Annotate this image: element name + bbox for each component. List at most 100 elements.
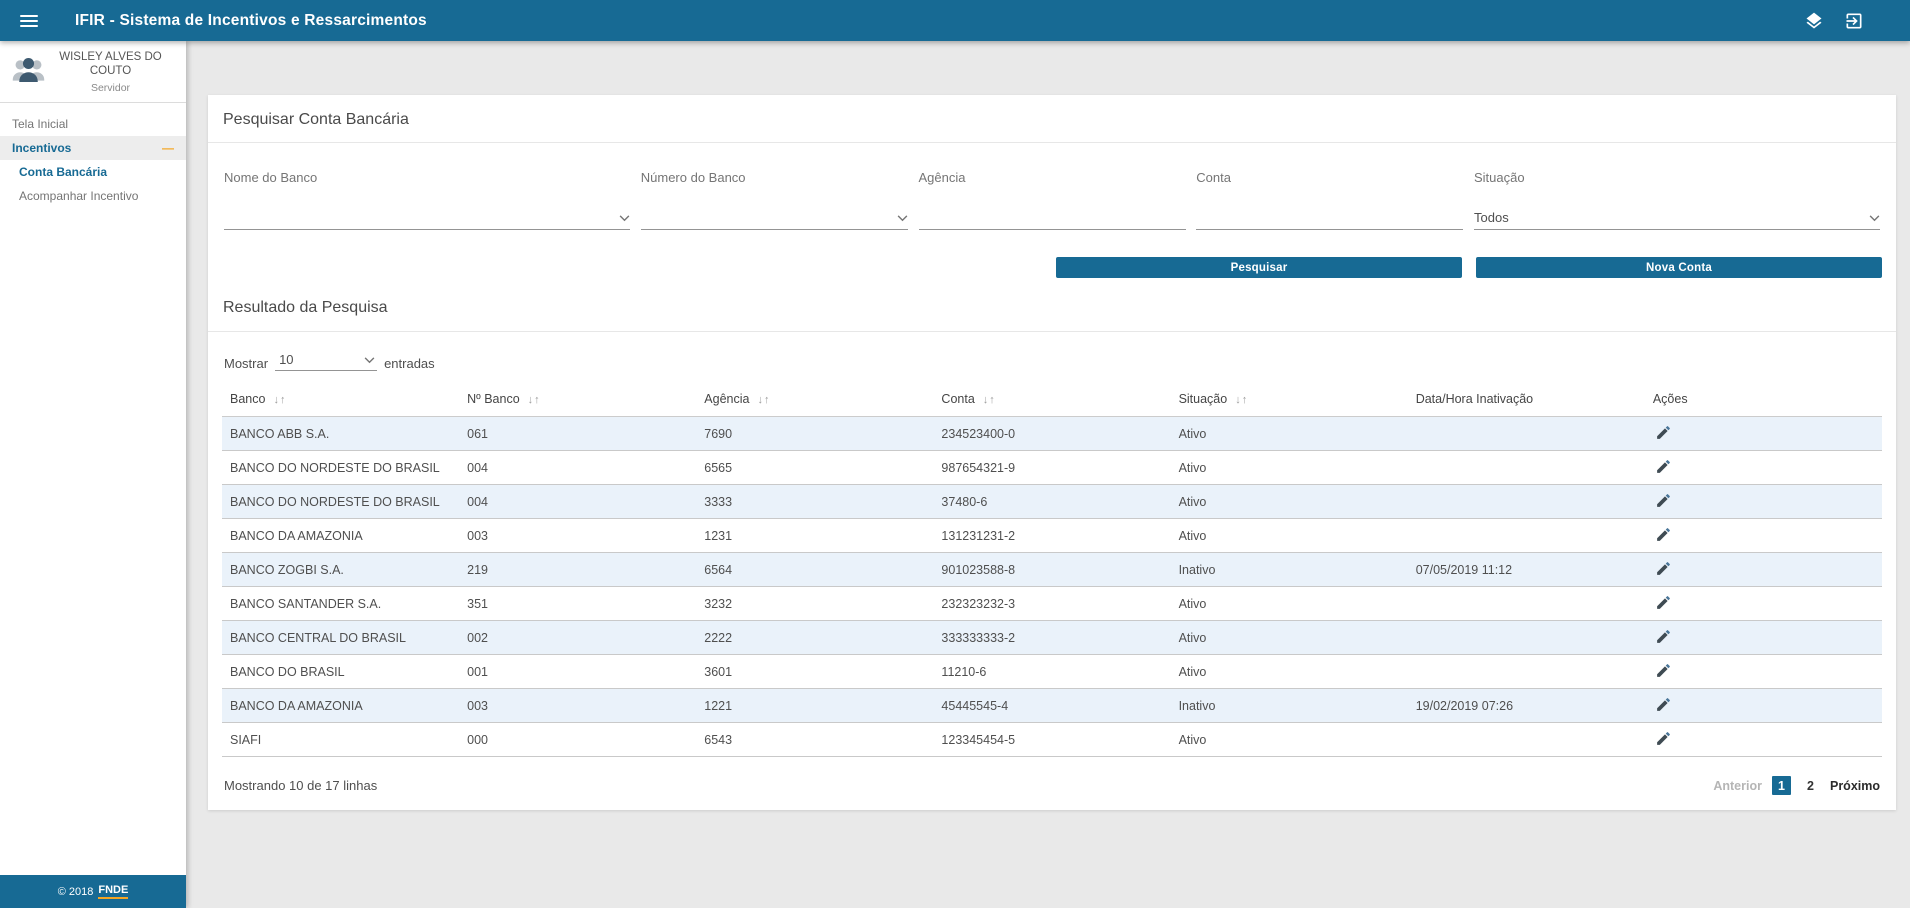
column-header-numero-banco[interactable]: Nº Banco↓↑ bbox=[459, 384, 696, 417]
cell-situacao: Ativo bbox=[1171, 519, 1408, 553]
sidebar-footer: © 2018 FNDE bbox=[0, 875, 186, 908]
sort-icon[interactable]: ↓↑ bbox=[528, 394, 541, 406]
column-header-situacao[interactable]: Situação↓↑ bbox=[1171, 384, 1408, 417]
sidebar-item-tela-inicial[interactable]: Tela Inicial bbox=[0, 112, 186, 136]
sort-icon[interactable]: ↓↑ bbox=[983, 394, 996, 406]
conta-input[interactable] bbox=[1196, 210, 1463, 225]
sort-icon[interactable]: ↓↑ bbox=[757, 394, 770, 406]
table-row: SIAFI 000 6543 123345454-5 Ativo bbox=[222, 723, 1882, 757]
column-header-banco[interactable]: Banco↓↑ bbox=[222, 384, 459, 417]
cell-conta: 45445545-4 bbox=[933, 689, 1170, 723]
show-label: Mostrar bbox=[224, 356, 268, 371]
edit-icon[interactable] bbox=[1653, 729, 1674, 748]
cell-numero-banco: 004 bbox=[459, 485, 696, 519]
edit-icon[interactable] bbox=[1653, 491, 1674, 510]
cell-numero-banco: 000 bbox=[459, 723, 696, 757]
cell-numero-banco: 001 bbox=[459, 655, 696, 689]
cell-agencia: 6564 bbox=[696, 553, 933, 587]
divider bbox=[208, 331, 1896, 332]
table-row: BANCO DA AMAZONIA 003 1231 131231231-2 A… bbox=[222, 519, 1882, 553]
field-nome-do-banco: Nome do Banco bbox=[224, 170, 630, 230]
cell-conta: 131231231-2 bbox=[933, 519, 1170, 553]
fnde-link[interactable]: FNDE bbox=[98, 884, 128, 899]
cell-numero-banco: 002 bbox=[459, 621, 696, 655]
table-row: BANCO DO BRASIL 001 3601 11210-6 Ativo bbox=[222, 655, 1882, 689]
results-title: Resultado da Pesquisa bbox=[223, 299, 1881, 317]
cell-situacao: Ativo bbox=[1171, 451, 1408, 485]
table-row: BANCO DO NORDESTE DO BRASIL 004 6565 987… bbox=[222, 451, 1882, 485]
content-card: Pesquisar Conta Bancária Nome do Banco N… bbox=[208, 95, 1896, 810]
cell-acoes bbox=[1645, 655, 1882, 689]
edit-icon[interactable] bbox=[1653, 457, 1674, 476]
user-profile: WISLEY ALVES DO COUTO Servidor bbox=[0, 41, 186, 103]
cell-conta: 11210-6 bbox=[933, 655, 1170, 689]
column-header-acoes: Ações bbox=[1645, 384, 1882, 417]
edit-icon[interactable] bbox=[1653, 525, 1674, 544]
cell-conta: 37480-6 bbox=[933, 485, 1170, 519]
nome-do-banco-select[interactable] bbox=[224, 206, 630, 230]
sidebar-item-incentivos[interactable]: Incentivos — bbox=[0, 136, 186, 160]
page-title: Pesquisar Conta Bancária bbox=[223, 111, 1881, 129]
cell-conta: 234523400-0 bbox=[933, 417, 1170, 451]
cell-situacao: Ativo bbox=[1171, 621, 1408, 655]
field-numero-do-banco: Número do Banco bbox=[641, 170, 908, 230]
entries-per-page-select[interactable]: 10 bbox=[275, 352, 377, 371]
results-summary: Mostrando 10 de 17 linhas bbox=[224, 778, 377, 793]
user-role: Servidor bbox=[47, 82, 174, 94]
cell-banco: BANCO DO NORDESTE DO BRASIL bbox=[222, 485, 459, 519]
layers-icon[interactable] bbox=[1804, 11, 1824, 31]
collapse-icon[interactable]: — bbox=[162, 141, 174, 155]
situacao-select[interactable]: Todos bbox=[1474, 206, 1880, 230]
cell-data-inativacao bbox=[1408, 621, 1645, 655]
top-app-bar: IFIR - Sistema de Incentivos e Ressarcim… bbox=[0, 0, 1910, 41]
sort-icon[interactable]: ↓↑ bbox=[273, 394, 286, 406]
cell-agencia: 2222 bbox=[696, 621, 933, 655]
edit-icon[interactable] bbox=[1653, 423, 1674, 442]
edit-icon[interactable] bbox=[1653, 695, 1674, 714]
chevron-down-icon bbox=[619, 210, 630, 225]
cell-data-inativacao: 19/02/2019 07:26 bbox=[1408, 689, 1645, 723]
cell-banco: BANCO ZOGBI S.A. bbox=[222, 553, 459, 587]
menu-icon[interactable] bbox=[18, 8, 40, 34]
nova-conta-button[interactable]: Nova Conta bbox=[1476, 257, 1882, 278]
edit-icon[interactable] bbox=[1653, 593, 1674, 612]
column-header-conta[interactable]: Conta↓↑ bbox=[933, 384, 1170, 417]
cell-numero-banco: 219 bbox=[459, 553, 696, 587]
cell-acoes bbox=[1645, 485, 1882, 519]
agencia-input[interactable] bbox=[919, 210, 1186, 225]
cell-data-inativacao bbox=[1408, 485, 1645, 519]
chevron-down-icon bbox=[1869, 210, 1880, 225]
cell-banco: BANCO DA AMAZONIA bbox=[222, 519, 459, 553]
sidebar-menu: Tela Inicial Incentivos — Conta Bancária… bbox=[0, 103, 186, 875]
edit-icon[interactable] bbox=[1653, 627, 1674, 646]
sidebar-item-conta-bancaria[interactable]: Conta Bancária bbox=[0, 160, 186, 184]
cell-data-inativacao bbox=[1408, 655, 1645, 689]
cell-acoes bbox=[1645, 519, 1882, 553]
sidebar-item-acompanhar-incentivo[interactable]: Acompanhar Incentivo bbox=[0, 184, 186, 208]
pagination-page-2[interactable]: 2 bbox=[1801, 776, 1820, 795]
pagination-page-1[interactable]: 1 bbox=[1772, 776, 1791, 795]
pagination-next[interactable]: Próximo bbox=[1830, 779, 1880, 793]
pagination-previous[interactable]: Anterior bbox=[1713, 779, 1762, 793]
table-row: BANCO DA AMAZONIA 003 1221 45445545-4 In… bbox=[222, 689, 1882, 723]
cell-numero-banco: 061 bbox=[459, 417, 696, 451]
table-row: BANCO CENTRAL DO BRASIL 002 2222 3333333… bbox=[222, 621, 1882, 655]
app-title: IFIR - Sistema de Incentivos e Ressarcim… bbox=[75, 12, 427, 30]
edit-icon[interactable] bbox=[1653, 661, 1674, 680]
logout-icon[interactable] bbox=[1844, 11, 1864, 31]
edit-icon[interactable] bbox=[1653, 559, 1674, 578]
column-header-agencia[interactable]: Agência↓↑ bbox=[696, 384, 933, 417]
pesquisar-button[interactable]: Pesquisar bbox=[1056, 257, 1462, 278]
cell-data-inativacao bbox=[1408, 451, 1645, 485]
cell-banco: BANCO CENTRAL DO BRASIL bbox=[222, 621, 459, 655]
user-avatar-icon bbox=[10, 51, 47, 93]
sort-icon[interactable]: ↓↑ bbox=[1235, 394, 1248, 406]
column-header-data-inativacao: Data/Hora Inativação bbox=[1408, 384, 1645, 417]
cell-situacao: Ativo bbox=[1171, 417, 1408, 451]
cell-acoes bbox=[1645, 553, 1882, 587]
entries-control: Mostrar 10 entradas bbox=[222, 352, 1882, 371]
numero-do-banco-select[interactable] bbox=[641, 206, 908, 230]
cell-agencia: 7690 bbox=[696, 417, 933, 451]
cell-banco: BANCO DO NORDESTE DO BRASIL bbox=[222, 451, 459, 485]
cell-acoes bbox=[1645, 689, 1882, 723]
